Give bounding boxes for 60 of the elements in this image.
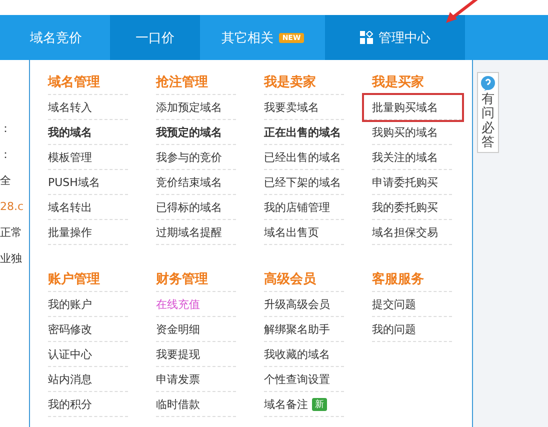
section-title: 我是卖家 [264,70,344,95]
menu-item[interactable]: 站内消息 [48,367,128,392]
new-badge: 新 [312,398,327,410]
page-text: 28.c [0,198,25,214]
menu-item[interactable]: 添加预定域名 [156,95,236,120]
menu-item[interactable]: 解绑聚名助手 [264,317,344,342]
menu-item[interactable]: 已经下架的域名 [264,170,344,195]
menu-item[interactable]: 我购买的域名 [372,120,452,145]
menu-item[interactable]: 密码修改 [48,317,128,342]
menu-item[interactable]: 我的积分 [48,392,128,417]
menu-item[interactable]: 提交问题 [372,292,452,317]
page-text: 全 [0,172,12,188]
menu-item[interactable]: 我的委托购买 [372,195,452,220]
menu-item[interactable]: 批量购买域名 [364,95,462,120]
menu-item[interactable]: 我关注的域名 [372,145,452,170]
menu-item[interactable]: 域名备注 新 [264,392,344,417]
menu-item[interactable]: 升级高级会员 [264,292,344,317]
menu-item[interactable]: 认证中心 [48,342,128,367]
menu-item[interactable]: 我的店铺管理 [264,195,344,220]
help-widget[interactable]: 有问必答 [477,72,499,154]
section-title: 财务管理 [156,267,236,292]
question-icon [480,75,496,93]
menu-item[interactable]: 域名转出 [48,195,128,220]
menu-item[interactable]: 正在出售的域名 [264,120,344,145]
menu-item[interactable]: 我参与的竞价 [156,145,236,170]
section-title: 域名管理 [48,70,128,95]
menu-item[interactable]: 我要提现 [156,342,236,367]
page-text: 业独 [0,250,23,266]
menu-item[interactable]: 已经出售的域名 [264,145,344,170]
page-text: ： [0,146,12,162]
section-title: 抢注管理 [156,70,236,95]
menu-item[interactable]: 域名转入 [48,95,128,120]
menu-item[interactable]: 申请委托购买 [372,170,452,195]
menu-item[interactable]: 我的域名 [48,120,128,145]
menu-item[interactable]: 我收藏的域名 [264,342,344,367]
menu-item[interactable]: 过期域名提醒 [156,220,236,245]
menu-item[interactable]: 我要卖域名 [264,95,344,120]
menu-item[interactable]: 个性查询设置 [264,367,344,392]
menu-item[interactable]: 域名担保交易 [372,220,452,245]
menu-item[interactable]: 申请发票 [156,367,236,392]
nav-tab[interactable]: 一口价 [110,15,200,60]
menu-item[interactable]: 我预定的域名 [156,120,236,145]
section-title: 账户管理 [48,267,128,292]
nav-tab[interactable]: 管理中心 [325,15,465,60]
menu-item[interactable]: 我的账户 [48,292,128,317]
menu-item[interactable]: 竞价结束域名 [156,170,236,195]
menu-item[interactable]: 资金明细 [156,317,236,342]
section-title: 客服服务 [372,267,452,292]
menu-item[interactable]: 域名出售页 [264,220,344,245]
menu-item[interactable]: 临时借款 [156,392,236,417]
page-text: ： [0,120,12,136]
page-text: 正常 [0,224,23,240]
menu-item[interactable]: 已得标的域名 [156,195,236,220]
menu-item[interactable]: PUSH域名 [48,170,128,195]
menu-item[interactable]: 在线充值 [156,292,236,317]
section-title: 我是买家 [372,70,452,95]
menu-item[interactable]: 我的问题 [372,317,452,342]
section-title: 高级会员 [264,267,344,292]
menu-item[interactable]: 模板管理 [48,145,128,170]
menu-item[interactable]: 批量操作 [48,220,128,245]
